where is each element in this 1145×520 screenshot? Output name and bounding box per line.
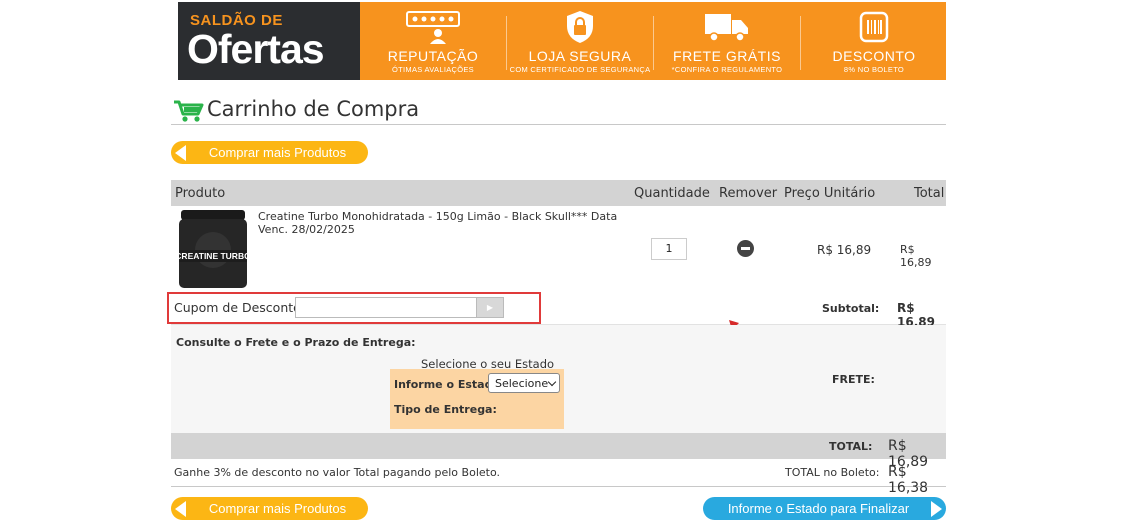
shipping-title: Consulte o Frete e o Prazo de Entrega:	[176, 336, 416, 349]
play-icon: ▶	[486, 303, 494, 312]
feature-subtitle: 8% NO BOLETO	[843, 65, 905, 74]
state-select-value: Selecione	[495, 377, 549, 390]
coupon-row: Cupom de Desconto: ▶ Subtotal: R$ 16,89	[167, 292, 946, 329]
feature-title: DESCONTO	[832, 48, 916, 64]
padlock-icon	[565, 10, 595, 48]
feature-reputation: REPUTAÇÃO ÓTIMAS AVALIAÇÕES	[360, 2, 506, 80]
feature-title: REPUTAÇÃO	[387, 48, 479, 64]
cart-item-row: CREATINE TURBO Creatine Turbo Monohidrat…	[171, 206, 946, 293]
finalize-button[interactable]: Informe o Estado para Finalizar	[703, 497, 946, 520]
chevron-left-icon	[175, 145, 186, 161]
header-remove: Remover	[719, 186, 778, 201]
boleto-row: Ganhe 3% de desconto no valor Total paga…	[171, 459, 946, 496]
store-logo[interactable]: SALDÃO DE Ofertas	[178, 2, 360, 80]
feature-subtitle: COM CERTIFICADO DE SEGURANÇA	[509, 65, 651, 74]
product-image-label: CREATINE TURBO	[177, 251, 249, 261]
chevron-down-icon	[547, 377, 557, 387]
page-title: Carrinho de Compra	[207, 97, 420, 121]
page-title-row: Carrinho de Compra	[171, 97, 946, 125]
finalize-label: Informe o Estado para Finalizar	[727, 501, 910, 516]
unit-price: R$ 16,89	[817, 243, 872, 257]
continue-shopping-label: Comprar mais Produtos	[208, 501, 347, 516]
continue-shopping-button-top[interactable]: Comprar mais Produtos	[171, 141, 368, 164]
feature-secure-store: LOJA SEGURA COM CERTIFICADO DE SEGURANÇA	[507, 2, 653, 80]
cart-table-header: Produto Quantidade Remover Preço Unitári…	[171, 180, 946, 206]
subtotal-label: Subtotal:	[822, 302, 880, 315]
feature-discount: DESCONTO 8% NO BOLETO	[801, 2, 947, 80]
product-name[interactable]: Creatine Turbo Monohidratada - 150g Limã…	[258, 210, 628, 236]
header-product: Produto	[175, 186, 226, 201]
shopping-cart-icon	[173, 100, 205, 126]
header-total: Total	[914, 186, 945, 201]
item-total: R$ 16,89	[900, 243, 932, 269]
boleto-discount-note: Ganhe 3% de desconto no valor Total paga…	[174, 466, 500, 479]
delivery-truck-icon	[704, 10, 750, 48]
state-selector-box: Informe o Estado: Selecione Tipo de Entr…	[390, 369, 564, 429]
logo-big-text: Ofertas	[187, 26, 325, 72]
total-row: TOTAL: R$ 16,89	[171, 433, 946, 470]
product-image[interactable]: CREATINE TURBO	[175, 210, 251, 288]
coupon-label: Cupom de Desconto:	[174, 300, 306, 315]
feature-subtitle: ÓTIMAS AVALIAÇÕES	[392, 65, 474, 74]
shipping-cost-label: FRETE:	[832, 373, 875, 386]
coupon-input[interactable]	[295, 297, 477, 318]
rating-stars-icon	[405, 10, 461, 48]
barcode-icon	[859, 10, 889, 48]
feature-free-shipping: FRETE GRÁTIS *CONFIRA O REGULAMENTO	[654, 2, 800, 80]
total-label: TOTAL:	[829, 440, 873, 453]
quantity-input[interactable]: 1	[651, 238, 687, 260]
boleto-total-label: TOTAL no Boleto:	[785, 466, 880, 479]
continue-shopping-button-bottom[interactable]: Comprar mais Produtos	[171, 497, 368, 520]
shipping-section: Consulte o Frete e o Prazo de Entrega: S…	[171, 325, 946, 433]
feature-title: LOJA SEGURA	[528, 48, 632, 64]
state-select[interactable]: Selecione	[488, 373, 560, 393]
boleto-total-value: R$ 16,38	[888, 464, 929, 496]
remove-item-icon[interactable]	[737, 240, 754, 257]
promo-banner[interactable]: SALDÃO DE Ofertas REPUTAÇÃO ÓTIMAS AVALI…	[178, 2, 946, 80]
feature-subtitle: *CONFIRA O REGULAMENTO	[671, 65, 783, 74]
delivery-type-label: Tipo de Entrega:	[394, 403, 497, 416]
feature-title: FRETE GRÁTIS	[673, 48, 781, 64]
header-unit-price: Preço Unitário	[784, 186, 876, 201]
coupon-apply-button[interactable]: ▶	[476, 297, 504, 318]
continue-shopping-label: Comprar mais Produtos	[208, 145, 347, 160]
header-quantity: Quantidade	[634, 186, 710, 201]
